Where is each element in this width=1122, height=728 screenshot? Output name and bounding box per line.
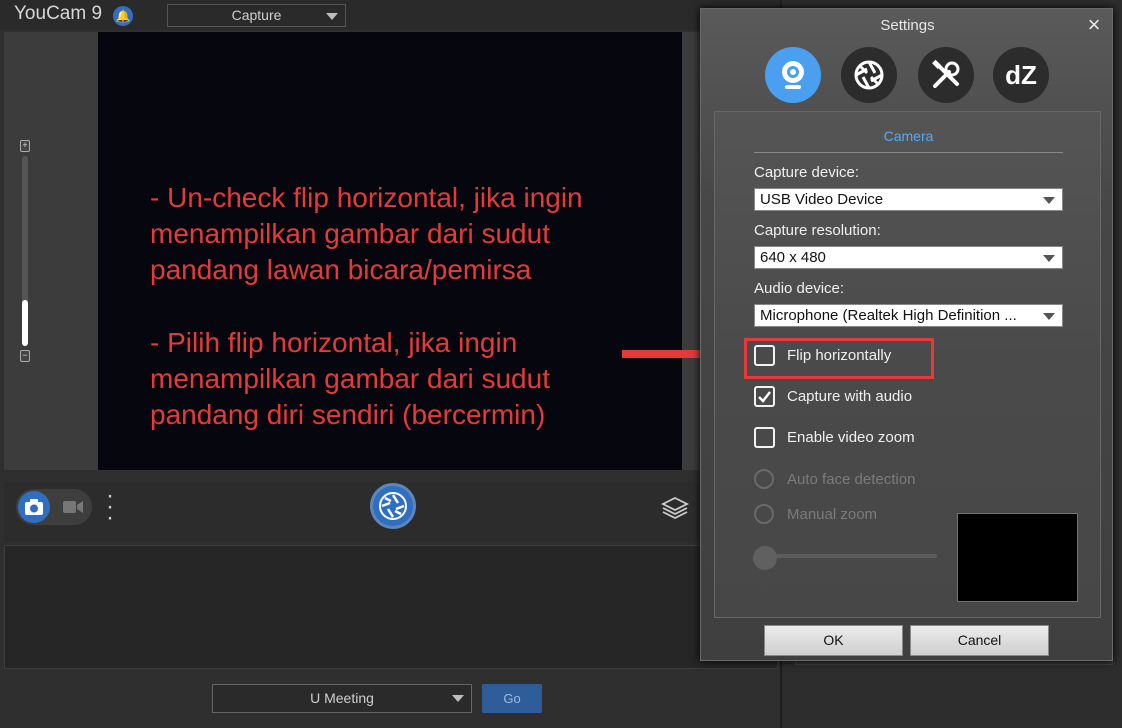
audio-device-label: Audio device: [754, 280, 845, 297]
go-button[interactable]: Go [482, 684, 542, 713]
meeting-app-select[interactable]: U Meeting [212, 684, 472, 713]
annotation-line: pandang lawan bicara/pemirsa [150, 254, 532, 285]
annotation-line: - Pilih flip horizontal, jika ingin [150, 327, 518, 358]
tab-tools[interactable] [918, 47, 974, 103]
manual-zoom-radio [754, 504, 774, 524]
zoom-out-button[interactable]: − [20, 350, 30, 362]
flip-horizontally-label: Flip horizontally [787, 347, 892, 364]
chevron-down-icon [1043, 197, 1055, 204]
auto-face-detection-label: Auto face detection [787, 471, 916, 488]
enable-video-zoom-label: Enable video zoom [787, 429, 915, 446]
capture-with-audio-label: Capture with audio [787, 388, 913, 405]
zoom-handle[interactable] [22, 300, 28, 346]
chevron-down-icon [1043, 313, 1055, 320]
zoom-in-button[interactable]: + [20, 140, 30, 152]
youcam-app: YouCam 9 🔔 Capture + − - Un-check flip h… [0, 0, 1122, 728]
capture-resolution-label: Capture resolution: [754, 222, 881, 239]
video-camera-icon [63, 501, 83, 513]
camera-settings-panel: Camera Capture device: USB Video Device … [714, 111, 1101, 618]
cancel-button[interactable]: Cancel [910, 625, 1049, 656]
audio-device-select[interactable]: Microphone (Realtek High Definition ... [754, 304, 1063, 327]
divider [754, 152, 1063, 153]
aperture-icon [854, 60, 884, 90]
mode-select-value: Capture [231, 7, 282, 23]
capture-resolution-select[interactable]: 640 x 480 [754, 246, 1063, 269]
dz-icon: dZ [1005, 60, 1037, 90]
settings-dialog: Settings × dZ Camera Capture device: USB… [700, 8, 1113, 661]
tab-capture[interactable] [841, 47, 897, 103]
auto-face-detection-radio [754, 469, 774, 489]
capture-device-select[interactable]: USB Video Device [754, 188, 1063, 211]
mode-select[interactable]: Capture [167, 4, 346, 27]
capture-with-audio-checkbox[interactable] [754, 386, 775, 407]
checkmark-icon [758, 391, 771, 403]
annotation-arrow [622, 350, 712, 358]
tab-camera[interactable] [765, 47, 821, 103]
meeting-select-value: U Meeting [310, 690, 374, 706]
capture-button[interactable] [370, 483, 416, 529]
zoom-preview [957, 513, 1078, 602]
chevron-down-icon [452, 695, 464, 702]
close-icon[interactable]: × [1083, 14, 1105, 36]
tab-dz[interactable]: dZ [993, 47, 1049, 103]
dialog-title: Settings [880, 17, 935, 34]
manual-zoom-slider-thumb [753, 546, 777, 570]
manual-zoom-label: Manual zoom [787, 506, 878, 523]
photo-mode-button[interactable] [18, 491, 50, 523]
capture-resolution-value: 640 x 480 [760, 249, 826, 266]
annotation-line: pandang diri sendiri (bercermin) [150, 399, 546, 430]
shutter-icon [379, 492, 407, 520]
annotation-line: - Un-check flip horizontal, jika ingin [150, 182, 583, 213]
notification-bell-icon[interactable]: 🔔 [113, 6, 133, 26]
manual-zoom-slider [753, 554, 937, 558]
annotation-line: menampilkan gambar dari sudut [150, 363, 550, 394]
layers-icon[interactable] [660, 495, 690, 521]
camera-icon [25, 499, 43, 515]
chevron-down-icon [1043, 255, 1055, 262]
audio-device-value: Microphone (Realtek High Definition ... [760, 307, 1017, 324]
capture-device-value: USB Video Device [760, 191, 884, 208]
app-title: YouCam 9 [14, 3, 103, 24]
capture-device-label: Capture device: [754, 164, 860, 181]
annotation-line: menampilkan gambar dari sudut [150, 218, 550, 249]
more-options-icon[interactable]: · · · [106, 484, 114, 530]
flip-horizontally-checkbox[interactable] [754, 345, 775, 366]
zoom-control[interactable]: + − [20, 140, 30, 362]
media-gallery [4, 545, 778, 669]
webcam-icon [782, 61, 804, 89]
section-title: Camera [883, 128, 934, 144]
ok-button[interactable]: OK [764, 625, 903, 656]
tools-icon [932, 59, 960, 88]
enable-video-zoom-checkbox[interactable] [754, 427, 775, 448]
chevron-down-icon [326, 13, 338, 20]
